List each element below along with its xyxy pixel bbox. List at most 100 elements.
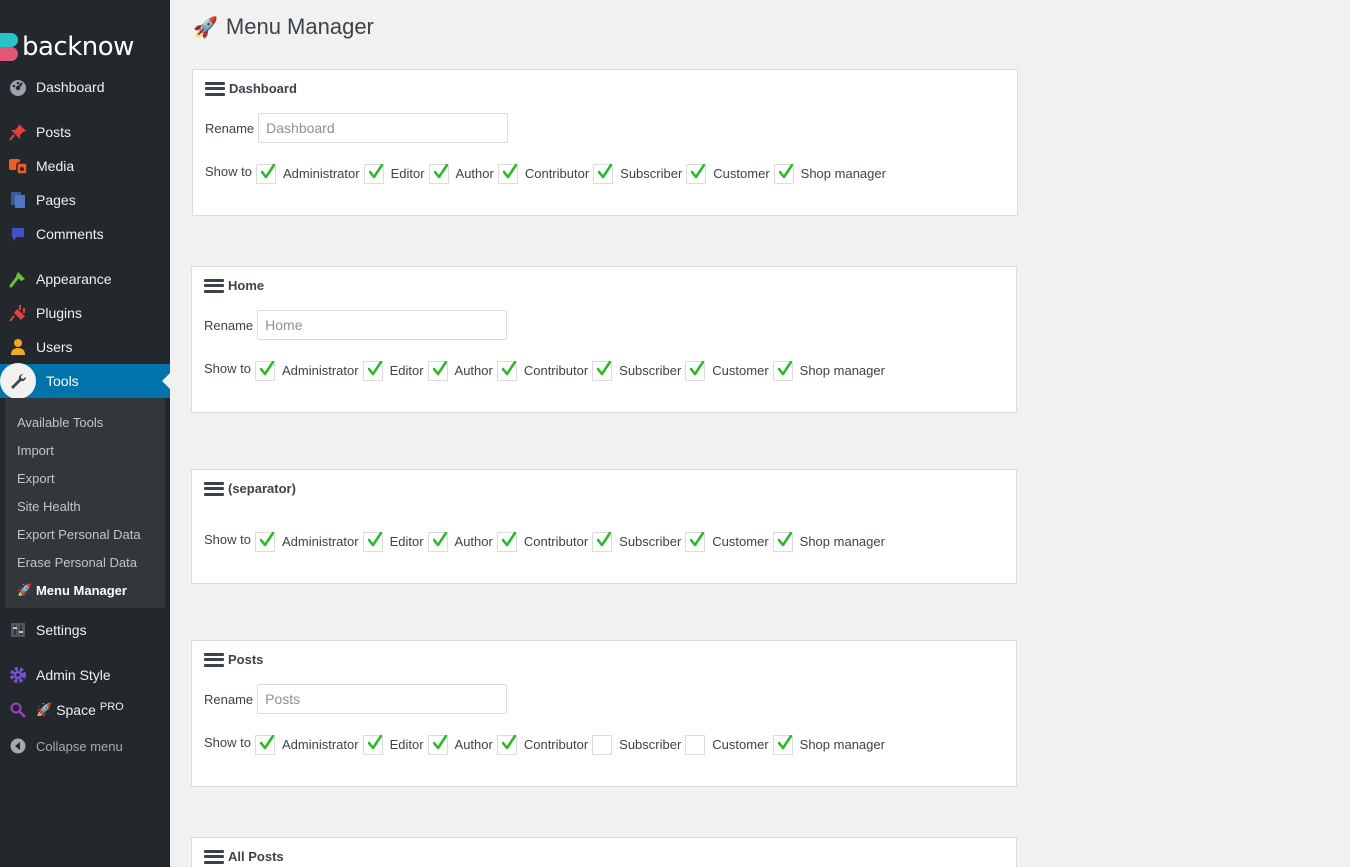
role-option-shop-manager[interactable]: Shop manager (772, 733, 885, 755)
role-option-shop-manager[interactable]: Shop manager (772, 359, 885, 381)
sidebar-item-appearance[interactable]: Appearance (0, 262, 170, 296)
role-option-author[interactable]: Author (427, 359, 493, 381)
submenu-item-erase-personal-data[interactable]: Erase Personal Data (5, 548, 165, 576)
role-checkbox[interactable] (772, 532, 793, 552)
role-option-administrator[interactable]: Administrator (254, 733, 359, 755)
card-title[interactable]: (separator) (204, 481, 296, 496)
rename-input[interactable] (257, 684, 508, 714)
collapse-menu-button[interactable]: Collapse menu (0, 729, 170, 763)
submenu-item-export[interactable]: Export (5, 464, 165, 492)
role-checkbox[interactable] (362, 735, 383, 755)
role-option-shop-manager[interactable]: Shop manager (772, 530, 885, 552)
role-option-customer[interactable]: Customer (685, 733, 769, 755)
rename-input[interactable] (257, 310, 508, 340)
role-checkbox[interactable] (363, 164, 384, 184)
role-checkbox[interactable] (772, 361, 793, 381)
sidebar-item-dashboard[interactable]: Dashboard (0, 70, 170, 104)
role-checkbox[interactable] (362, 532, 383, 552)
role-checkbox[interactable] (255, 164, 276, 184)
card-title-text: All Posts (228, 849, 284, 864)
role-option-author[interactable]: Author (427, 733, 493, 755)
drag-handle-icon[interactable] (204, 849, 224, 864)
role-option-contributor[interactable]: Contributor (496, 530, 588, 552)
role-checkbox[interactable] (686, 164, 707, 184)
role-option-editor[interactable]: Editor (362, 359, 424, 381)
submenu-item-site-health[interactable]: Site Health (5, 492, 165, 520)
role-checkbox[interactable] (428, 164, 449, 184)
role-option-subscriber[interactable]: Subscriber (592, 733, 681, 755)
role-checkbox[interactable] (592, 361, 613, 381)
role-option-customer[interactable]: Customer (685, 359, 769, 381)
role-option-contributor[interactable]: Contributor (496, 359, 588, 381)
role-option-administrator[interactable]: Administrator (254, 530, 359, 552)
role-checkbox[interactable] (773, 164, 794, 184)
role-option-subscriber[interactable]: Subscriber (592, 530, 681, 552)
role-option-author[interactable]: Author (427, 530, 493, 552)
submenu-item-menu-manager[interactable]: 🚀 Menu Manager (5, 576, 165, 604)
role-option-contributor[interactable]: Contributor (496, 733, 588, 755)
sidebar-item-posts[interactable]: Posts (0, 115, 170, 149)
brand-logo[interactable]: backnow (0, 30, 134, 64)
role-checkbox[interactable] (254, 532, 275, 552)
role-checkbox[interactable] (497, 164, 518, 184)
role-label: Shop manager (800, 165, 886, 181)
drag-handle-icon[interactable] (204, 652, 224, 667)
sidebar-item-admin-style[interactable]: Admin Style (0, 658, 170, 692)
role-option-editor[interactable]: Editor (362, 733, 424, 755)
role-checkbox[interactable] (362, 361, 383, 381)
role-checkbox[interactable] (685, 735, 706, 755)
role-label: Subscriber (619, 736, 682, 752)
card-title[interactable]: Dashboard (205, 81, 297, 96)
role-checkbox[interactable] (496, 361, 517, 381)
submenu-item-available-tools[interactable]: Available Tools (5, 408, 165, 436)
submenu-item-import[interactable]: Import (5, 436, 165, 464)
role-option-subscriber[interactable]: Subscriber (593, 162, 682, 184)
role-option-author[interactable]: Author (428, 162, 494, 184)
role-option-shop-manager[interactable]: Shop manager (773, 162, 886, 184)
role-checkbox[interactable] (427, 735, 448, 755)
role-option-customer[interactable]: Customer (685, 530, 769, 552)
role-checkbox[interactable] (593, 164, 614, 184)
role-label: Customer (712, 533, 769, 549)
role-checkbox[interactable] (254, 735, 275, 755)
card-title[interactable]: Home (204, 278, 264, 293)
role-option-contributor[interactable]: Contributor (497, 162, 589, 184)
role-option-editor[interactable]: Editor (362, 530, 424, 552)
role-label: Shop manager (799, 533, 885, 549)
card-title[interactable]: All Posts (204, 849, 284, 864)
role-checkbox[interactable] (496, 532, 517, 552)
role-checkbox[interactable] (496, 735, 517, 755)
drag-handle-icon[interactable] (204, 481, 224, 496)
submenu-item-export-personal-data[interactable]: Export Personal Data (5, 520, 165, 548)
role-checkbox[interactable] (685, 361, 706, 381)
role-checkbox[interactable] (772, 735, 793, 755)
sidebar-item-space[interactable]: 🚀 Space PRO (0, 693, 170, 727)
sidebar-item-users[interactable]: Users (0, 330, 170, 364)
sidebar-item-pages[interactable]: Pages (0, 183, 170, 217)
role-checkbox[interactable] (427, 532, 448, 552)
sidebar-item-media[interactable]: Media (0, 149, 170, 183)
drag-handle-icon[interactable] (205, 81, 225, 96)
sidebar-item-tools[interactable]: Tools (0, 363, 170, 399)
comments-icon (8, 224, 28, 244)
role-checkbox[interactable] (427, 361, 448, 381)
rename-input[interactable] (258, 113, 509, 143)
role-option-customer[interactable]: Customer (686, 162, 770, 184)
role-checkbox[interactable] (592, 735, 613, 755)
role-checkbox[interactable] (254, 361, 275, 381)
role-option-editor[interactable]: Editor (363, 162, 425, 184)
rename-row: Rename (205, 113, 509, 143)
sidebar-item-plugins[interactable]: Plugins (0, 296, 170, 330)
rename-row: Rename (204, 310, 508, 340)
card-title[interactable]: Posts (204, 652, 263, 667)
role-checkbox[interactable] (592, 532, 613, 552)
role-option-administrator[interactable]: Administrator (255, 162, 360, 184)
sidebar-item-settings[interactable]: Settings (0, 613, 170, 647)
checkmark-icon (691, 164, 706, 179)
sidebar-item-comments[interactable]: Comments (0, 217, 170, 251)
role-option-administrator[interactable]: Administrator (254, 359, 359, 381)
drag-handle-icon[interactable] (204, 278, 224, 293)
role-option-subscriber[interactable]: Subscriber (592, 359, 681, 381)
role-label: Editor (389, 533, 424, 549)
role-checkbox[interactable] (685, 532, 706, 552)
